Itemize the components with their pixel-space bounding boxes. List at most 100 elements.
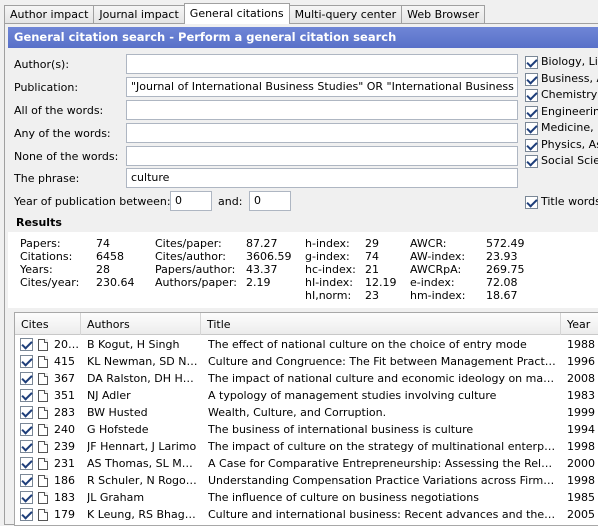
document-icon[interactable] — [38, 424, 48, 436]
subject-social-sciences[interactable]: Social Scienc — [525, 154, 598, 168]
year-label: Year of publication between: — [14, 195, 171, 208]
row-checkbox[interactable] — [20, 406, 33, 419]
title-cell: The impact of culture on the strategy of… — [208, 440, 558, 453]
row-checkbox[interactable] — [20, 508, 33, 521]
cites-cell: 240 — [54, 423, 75, 436]
table-row[interactable]: 240 G Hofstede The business of internation… — [15, 421, 598, 438]
row-checkbox[interactable] — [20, 491, 33, 504]
authors-cell: R Schuler, N Rogovsky — [87, 474, 199, 487]
metric-label: AWCRpA: — [410, 263, 462, 276]
subject-physics[interactable]: Physics, Ast — [525, 138, 598, 152]
table-row[interactable]: 2069 B Kogut, H Singh The effect of nation… — [15, 336, 598, 353]
year-cell: 1998 — [567, 440, 595, 453]
document-icon[interactable] — [38, 458, 48, 470]
metric-label: Cites/paper: — [155, 237, 222, 250]
document-icon[interactable] — [38, 492, 48, 504]
publication-input[interactable]: "Journal of International Business Studi… — [126, 77, 518, 97]
row-checkbox[interactable] — [20, 457, 33, 470]
year-from-input[interactable]: 0 — [170, 191, 212, 211]
phrase-input[interactable]: culture — [126, 168, 518, 188]
row-checkbox[interactable] — [20, 440, 33, 453]
title-cell: The influence of culture on business neg… — [208, 491, 479, 504]
tab-journal-impact[interactable]: Journal impact — [93, 5, 185, 24]
year-to-input[interactable]: 0 — [249, 191, 291, 211]
subject-business[interactable]: Business, Ac — [525, 72, 598, 86]
subject-checkbox[interactable] — [525, 154, 538, 168]
any-words-input[interactable] — [126, 123, 518, 143]
table-row[interactable]: 283 BW Husted Wealth, Culture, and Corrupt… — [15, 404, 598, 421]
metric-label: hc-index: — [305, 263, 356, 276]
metric-label: h-index: — [305, 237, 350, 250]
table-row[interactable]: 179 K Leung, RS Bhagat... Culture and inte… — [15, 506, 598, 523]
tab-web-browser[interactable]: Web Browser — [401, 5, 486, 24]
subject-checkbox[interactable] — [525, 72, 538, 86]
table-row[interactable]: 186 R Schuler, N Rogovsky Understanding Co… — [15, 472, 598, 489]
column-header-title[interactable]: Title — [201, 313, 561, 335]
title-cell: Wealth, Culture, and Corruption. — [208, 406, 387, 419]
row-checkbox[interactable] — [20, 423, 33, 436]
metric-label: e-index: — [410, 276, 455, 289]
authors-input[interactable] — [126, 54, 518, 74]
column-header-authors[interactable]: Authors — [81, 313, 201, 335]
subject-checkbox[interactable] — [525, 105, 538, 119]
column-header-year[interactable]: Year — [561, 313, 598, 335]
metric-value: 3606.59 — [246, 250, 292, 263]
results-heading: Results — [16, 216, 62, 229]
document-icon[interactable] — [38, 373, 48, 385]
metric-value: 6458 — [96, 250, 124, 263]
subject-medicine[interactable]: Medicine, Ph — [525, 121, 598, 135]
document-icon[interactable] — [38, 509, 48, 521]
table-row[interactable]: 415 KL Newman, SD Nollen Culture and Congr… — [15, 353, 598, 370]
tab-author-impact[interactable]: Author impact — [4, 5, 95, 24]
title-words-only-option[interactable]: Title words o — [525, 195, 598, 209]
row-checkbox[interactable] — [20, 389, 33, 402]
table-row[interactable]: 351 NJ Adler A typology of management stud… — [15, 387, 598, 404]
subject-checkbox[interactable] — [525, 121, 538, 135]
tab-multi-query-center[interactable]: Multi-query center — [288, 5, 403, 24]
metric-label: Cites/year: — [20, 276, 80, 289]
row-checkbox[interactable] — [20, 474, 33, 487]
subject-biology[interactable]: Biology, Life — [525, 55, 598, 69]
document-icon[interactable] — [38, 339, 48, 351]
cites-cell: 367 — [54, 372, 75, 385]
authors-cell: JF Hennart, J Larimo — [87, 440, 197, 453]
all-words-input[interactable] — [126, 100, 518, 120]
table-row[interactable]: 183 JL Graham The influence of culture on … — [15, 489, 598, 506]
subject-engineering[interactable]: Engineering — [525, 105, 598, 119]
document-icon[interactable] — [38, 407, 48, 419]
metric-label: Years: — [20, 263, 53, 276]
document-icon[interactable] — [38, 475, 48, 487]
metric-label: AW-index: — [410, 250, 466, 263]
none-words-input[interactable] — [126, 146, 518, 166]
subject-chemistry[interactable]: Chemistry a — [525, 88, 598, 102]
document-icon[interactable] — [38, 356, 48, 368]
row-checkbox[interactable] — [20, 355, 33, 368]
authors-label: Author(s): — [14, 58, 70, 71]
column-header-cites[interactable]: Cites — [15, 313, 81, 335]
metric-value: 29 — [365, 237, 379, 250]
row-checkbox[interactable] — [20, 372, 33, 385]
title-cell: The business of international business i… — [208, 423, 474, 436]
subject-checkbox[interactable] — [525, 55, 538, 69]
row-checkbox[interactable] — [20, 338, 33, 351]
subject-label: Engineering — [541, 105, 598, 118]
document-icon[interactable] — [38, 390, 48, 402]
metric-label: Papers: — [20, 237, 61, 250]
table-row[interactable]: 231 AS Thomas, SL Mueller A Case for Compa… — [15, 455, 598, 472]
document-icon[interactable] — [38, 441, 48, 453]
year-cell: 1983 — [567, 389, 595, 402]
subject-checkbox[interactable] — [525, 138, 538, 152]
table-row[interactable]: 367 DA Ralston, DH Holt... The impact of n… — [15, 370, 598, 387]
results-table: Cites Authors Title Year 2069 B Kogut, H … — [14, 312, 598, 526]
tab-general-citations[interactable]: General citations — [183, 3, 290, 24]
title-words-label: Title words o — [541, 195, 598, 208]
cites-cell: 179 — [54, 508, 75, 521]
subject-checkbox[interactable] — [525, 88, 538, 102]
title-words-checkbox[interactable] — [525, 195, 538, 209]
metric-value: 28 — [96, 263, 110, 276]
publication-label: Publication: — [14, 81, 79, 94]
metric-value: 269.75 — [486, 263, 525, 276]
authors-cell: JL Graham — [87, 491, 145, 504]
table-row[interactable]: 239 JF Hennart, J Larimo The impact of cul… — [15, 438, 598, 455]
year-and-label: and: — [218, 195, 243, 208]
